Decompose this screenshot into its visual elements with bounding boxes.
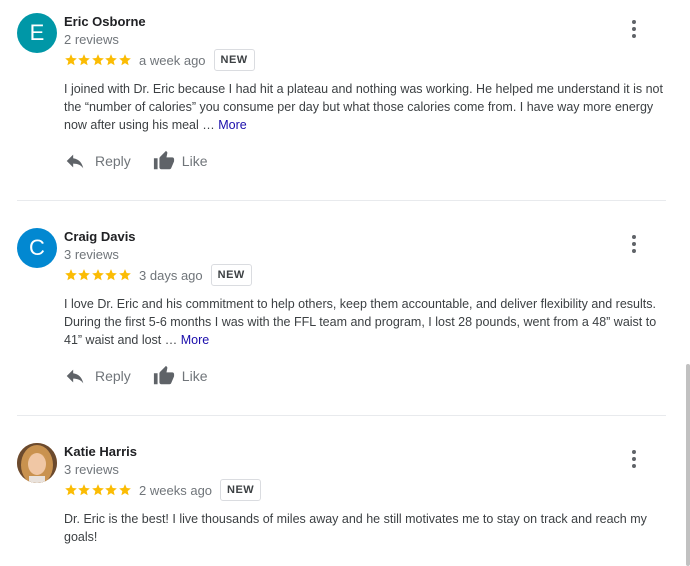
review-count: 3 reviews (64, 462, 119, 477)
review-actions: Reply Like (64, 149, 207, 173)
star-icon (105, 484, 118, 496)
star-icon (78, 269, 91, 281)
reply-button[interactable]: Reply (64, 150, 131, 172)
review-date: 2 weeks ago (139, 482, 213, 498)
star-icon (118, 484, 131, 496)
star-icon (118, 54, 131, 66)
star-icon (91, 484, 104, 496)
review-body: I joined with Dr. Eric because I had hit… (64, 82, 663, 132)
review-card: C Craig Davis 3 reviews 3 days ago NEW I… (0, 228, 686, 398)
star-icon (65, 484, 77, 496)
review-count: 3 reviews (64, 247, 119, 262)
profile-photo (17, 443, 57, 483)
reply-arrow-icon (66, 154, 84, 169)
new-badge: NEW (220, 479, 262, 501)
reviewer-name[interactable]: Katie Harris (64, 444, 137, 459)
review-count: 2 reviews (64, 32, 119, 47)
star-icon (78, 54, 91, 66)
star-rating (64, 483, 131, 497)
more-vert-icon[interactable] (626, 20, 642, 40)
review-date: 3 days ago (139, 267, 203, 283)
review-actions: Reply Like (64, 364, 207, 388)
avatar[interactable]: C (17, 228, 57, 268)
review-text: I love Dr. Eric and his commitment to he… (64, 295, 664, 349)
new-badge: NEW (210, 264, 252, 286)
avatar[interactable]: E (17, 13, 57, 53)
like-button[interactable]: Like (153, 365, 207, 387)
review-card: Katie Harris 3 reviews 2 weeks ago NEW D… (0, 443, 686, 566)
more-vert-icon[interactable] (626, 450, 642, 470)
rating-row: 2 weeks ago NEW (64, 479, 262, 501)
divider (17, 415, 666, 416)
scrollbar-thumb[interactable] (686, 364, 690, 566)
star-icon (105, 269, 118, 281)
star-icon (118, 269, 131, 281)
reply-button[interactable]: Reply (64, 365, 131, 387)
more-vert-icon[interactable] (626, 235, 642, 255)
star-icon (65, 269, 77, 281)
star-icon (105, 54, 118, 66)
star-icon (65, 54, 77, 66)
more-link[interactable]: More (181, 333, 209, 347)
star-icon (78, 484, 91, 496)
star-icon (91, 269, 104, 281)
divider (17, 200, 666, 201)
star-rating (64, 53, 131, 67)
thumbs-up-icon (153, 365, 174, 385)
star-rating (64, 268, 131, 282)
reviewer-name[interactable]: Eric Osborne (64, 14, 146, 29)
review-text: I joined with Dr. Eric because I had hit… (64, 80, 664, 134)
review-body: Dr. Eric is the best! I live thousands o… (64, 512, 647, 544)
review-body: I love Dr. Eric and his commitment to he… (64, 297, 657, 347)
reviewer-name[interactable]: Craig Davis (64, 229, 136, 244)
review-text: Dr. Eric is the best! I live thousands o… (64, 510, 664, 546)
new-badge: NEW (213, 49, 255, 71)
more-link[interactable]: More (218, 118, 246, 132)
like-button[interactable]: Like (153, 150, 207, 172)
avatar[interactable] (17, 443, 57, 483)
thumbs-up-icon (153, 150, 174, 170)
review-card: E Eric Osborne 2 reviews a week ago NEW … (0, 13, 686, 183)
rating-row: 3 days ago NEW (64, 264, 252, 286)
reply-arrow-icon (66, 369, 84, 384)
review-date: a week ago (139, 52, 206, 68)
star-icon (91, 54, 104, 66)
rating-row: a week ago NEW (64, 49, 255, 71)
